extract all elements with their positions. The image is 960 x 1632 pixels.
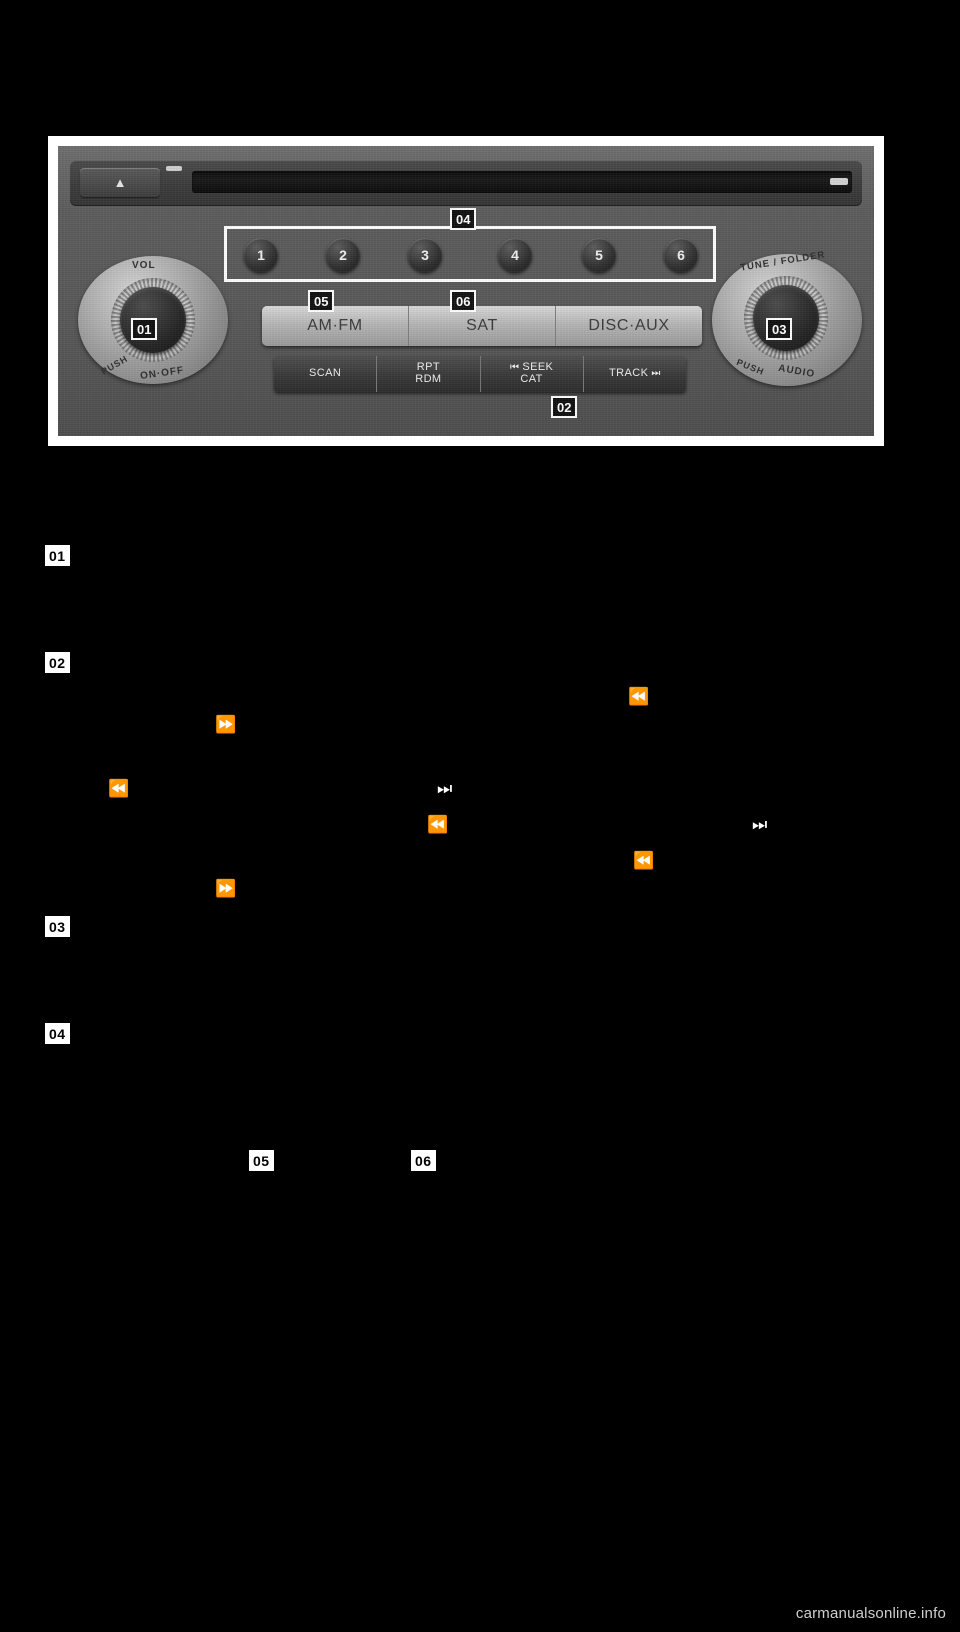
track-button[interactable]: TRACK ⏭ <box>583 356 686 392</box>
body-callout-03: 03 <box>45 916 70 937</box>
track-button-label: TRACK <box>609 367 649 380</box>
source-button-bar: AM·FM SAT DISC·AUX <box>262 306 702 346</box>
preset-button-3[interactable]: 3 <box>408 238 442 272</box>
body-callout-01: 01 <box>45 545 70 566</box>
preset-button-5[interactable]: 5 <box>582 238 616 272</box>
body-callout-02: 02 <box>45 652 70 673</box>
fast-forward-icon-2: ⏩ <box>215 879 236 899</box>
slot-marker-right <box>830 178 848 185</box>
skip-forward-icon: ⏭ <box>651 367 661 379</box>
source-button-am-fm[interactable]: AM·FM <box>262 306 409 346</box>
photo-callout-04: 04 <box>450 208 477 230</box>
radio-unit: ▲ 1 2 3 4 5 6 VOL PUSH ON·OFF TUNE / FOL… <box>58 146 874 436</box>
eject-button[interactable]: ▲ <box>80 168 160 197</box>
photo-callout-03: 03 <box>766 318 793 340</box>
preset-buttons-highlight <box>224 226 716 282</box>
eject-icon: ▲ <box>113 175 127 190</box>
body-callout-04: 04 <box>45 1023 70 1044</box>
source-button-sat-label: SAT <box>466 317 498 334</box>
preset-button-2-label: 2 <box>339 247 347 263</box>
preset-button-3-label: 3 <box>421 247 429 263</box>
function-button-bar: SCAN RPT RDM ⏮ SEEK CAT TRACK ⏭ <box>274 356 686 392</box>
preset-button-1[interactable]: 1 <box>244 238 278 272</box>
fast-forward-end-icon-2: ⏭ <box>752 815 767 835</box>
preset-button-1-label: 1 <box>257 247 265 263</box>
volume-knob-top-label: VOL <box>132 260 156 271</box>
skip-back-icon: ⏮ <box>509 361 520 373</box>
fast-forward-end-icon-1: ⏭ <box>437 779 452 799</box>
slot-marker-left <box>166 166 182 171</box>
body-callout-05: 05 <box>249 1150 274 1171</box>
photo-callout-02: 02 <box>551 396 578 418</box>
preset-button-6-label: 6 <box>677 247 685 263</box>
photo-callout-06: 06 <box>450 290 477 312</box>
source-button-disc-aux-label: DISC·AUX <box>588 317 670 334</box>
cat-button-label: CAT <box>520 373 543 385</box>
radio-faceplate-photo: ▲ 1 2 3 4 5 6 VOL PUSH ON·OFF TUNE / FOL… <box>48 136 884 446</box>
seek-cat-button[interactable]: ⏮ SEEK CAT <box>480 356 584 392</box>
preset-button-4[interactable]: 4 <box>498 238 532 272</box>
fast-forward-icon-1: ⏩ <box>215 715 236 735</box>
preset-button-4-label: 4 <box>511 247 519 263</box>
rpt-rdm-button[interactable]: RPT RDM <box>377 356 481 392</box>
rewind-icon-3: ⏪ <box>427 815 448 835</box>
body-callout-06: 06 <box>411 1150 436 1171</box>
source-button-sat[interactable]: SAT <box>409 306 556 346</box>
source-button-disc-aux[interactable]: DISC·AUX <box>556 306 702 346</box>
disc-slot <box>192 171 852 193</box>
rewind-icon-1: ⏪ <box>628 687 649 707</box>
preset-button-6[interactable]: 6 <box>664 238 698 272</box>
preset-button-2[interactable]: 2 <box>326 238 360 272</box>
photo-callout-01: 01 <box>131 318 158 340</box>
top-bezel: ▲ <box>70 160 862 206</box>
rdm-button-label: RDM <box>415 373 442 385</box>
site-watermark: carmanualsonline.info <box>795 1605 946 1622</box>
rewind-icon-4: ⏪ <box>633 851 654 871</box>
source-button-am-fm-label: AM·FM <box>307 317 363 334</box>
scan-button-label: SCAN <box>309 367 342 380</box>
rewind-icon-2: ⏪ <box>108 779 129 799</box>
scan-button[interactable]: SCAN <box>274 356 378 392</box>
photo-callout-05: 05 <box>308 290 335 312</box>
preset-button-5-label: 5 <box>595 247 603 263</box>
